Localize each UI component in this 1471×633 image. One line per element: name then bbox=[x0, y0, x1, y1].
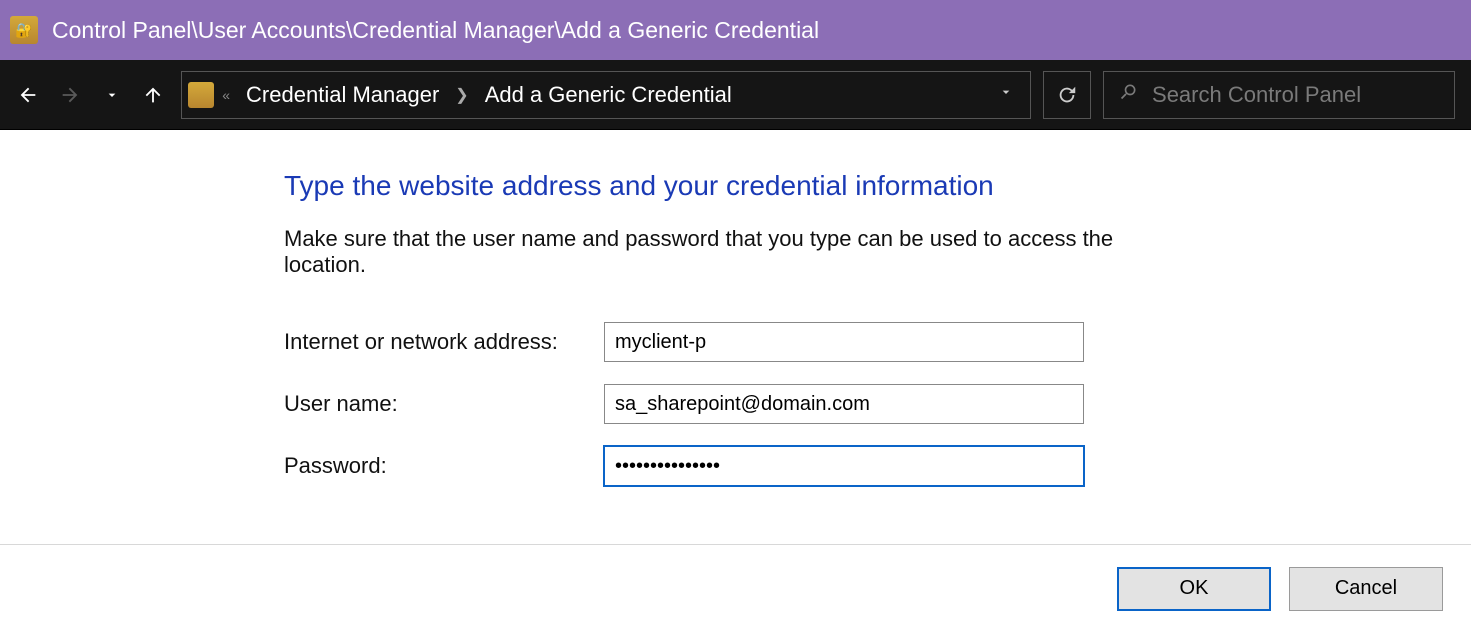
address-label: Internet or network address: bbox=[284, 329, 604, 355]
search-box[interactable] bbox=[1103, 71, 1455, 119]
arrow-up-icon bbox=[142, 84, 164, 106]
username-input[interactable] bbox=[604, 384, 1084, 424]
cancel-button[interactable]: Cancel bbox=[1289, 567, 1443, 611]
address-row: Internet or network address: bbox=[284, 322, 1184, 362]
footer: OK Cancel bbox=[0, 544, 1471, 632]
search-input[interactable] bbox=[1152, 82, 1440, 108]
content-area: Type the website address and your creden… bbox=[0, 130, 1471, 544]
address-dropdown-button[interactable] bbox=[988, 84, 1024, 105]
refresh-button[interactable] bbox=[1043, 71, 1091, 119]
credential-manager-icon: 🔐 bbox=[10, 16, 38, 44]
recent-locations-button[interactable] bbox=[94, 77, 130, 113]
overflow-chevron-icon[interactable]: « bbox=[222, 87, 230, 103]
page-instruction: Make sure that the user name and passwor… bbox=[284, 226, 1184, 278]
password-row: Password: bbox=[284, 446, 1184, 486]
username-label: User name: bbox=[284, 391, 604, 417]
ok-button[interactable]: OK bbox=[1117, 567, 1271, 611]
chevron-right-icon: ❯ bbox=[455, 85, 468, 105]
password-input[interactable] bbox=[604, 446, 1084, 486]
arrow-right-icon bbox=[59, 84, 81, 106]
forward-button[interactable] bbox=[52, 77, 88, 113]
address-input[interactable] bbox=[604, 322, 1084, 362]
back-button[interactable] bbox=[10, 77, 46, 113]
refresh-icon bbox=[1056, 84, 1078, 106]
address-bar[interactable]: « Credential Manager ❯ Add a Generic Cre… bbox=[181, 71, 1031, 119]
chevron-down-icon bbox=[998, 84, 1014, 100]
location-icon bbox=[188, 82, 214, 108]
search-icon bbox=[1118, 82, 1138, 107]
breadcrumb-item[interactable]: Add a Generic Credential bbox=[477, 78, 740, 112]
page-heading: Type the website address and your creden… bbox=[284, 170, 1184, 202]
titlebar: 🔐 Control Panel\User Accounts\Credential… bbox=[0, 0, 1471, 60]
up-button[interactable] bbox=[135, 77, 171, 113]
window-title: Control Panel\User Accounts\Credential M… bbox=[52, 17, 819, 44]
password-label: Password: bbox=[284, 453, 604, 479]
arrow-left-icon bbox=[17, 84, 39, 106]
username-row: User name: bbox=[284, 384, 1184, 424]
navbar: « Credential Manager ❯ Add a Generic Cre… bbox=[0, 60, 1471, 130]
chevron-down-icon bbox=[104, 87, 120, 103]
breadcrumb-item[interactable]: Credential Manager bbox=[238, 78, 447, 112]
